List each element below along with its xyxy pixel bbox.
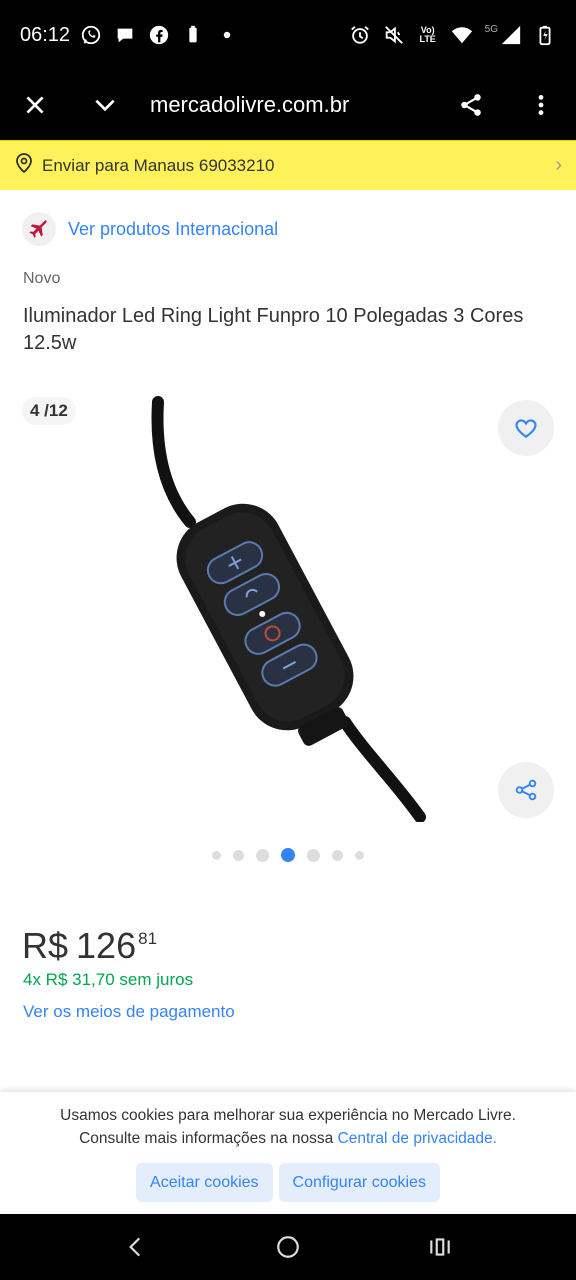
home-icon[interactable] [258, 1217, 318, 1277]
international-products-link[interactable]: Ver produtos Internacional [68, 219, 278, 240]
share-product-button[interactable] [498, 762, 554, 818]
pagination-dot-active[interactable] [281, 848, 295, 862]
share-icon[interactable] [436, 70, 506, 140]
product-title: Iluminador Led Ring Light Funpro 10 Pole… [23, 305, 524, 354]
close-icon[interactable] [0, 70, 70, 140]
product-image[interactable] [140, 392, 440, 822]
pagination-dot[interactable] [256, 848, 269, 862]
pagination-dot[interactable] [233, 849, 244, 861]
cookie-banner: Usamos cookies para melhorar sua experiê… [0, 1092, 576, 1214]
accept-cookies-button[interactable]: Aceitar cookies [136, 1163, 273, 1202]
price-currency: R$ [22, 925, 69, 966]
status-bar: 06:12 Vo) LTE 5G [0, 0, 576, 70]
payment-methods-link[interactable]: Ver os meios de pagamento [23, 1002, 235, 1022]
location-pin-icon [14, 152, 34, 179]
mute-icon [383, 24, 405, 46]
dot-icon [216, 24, 238, 46]
chat-bubble-icon [114, 24, 136, 46]
pagination-dot[interactable] [355, 850, 364, 860]
signal-icon [500, 24, 522, 46]
whatsapp-icon [80, 24, 102, 46]
share-nodes-icon [515, 779, 537, 801]
installments-text: 4x R$ 31,70 sem juros [23, 970, 194, 989]
shipping-address-banner[interactable]: Enviar para Manaus 69033210 › [0, 140, 576, 190]
privacy-center-link[interactable]: Central de privacidade. [338, 1130, 497, 1147]
chevron-right-icon: › [555, 154, 562, 176]
system-navigation-bar [0, 1214, 576, 1280]
cookie-text-line1: Usamos cookies para melhorar sua experiê… [60, 1107, 516, 1124]
wifi-icon [451, 24, 473, 46]
price: R$ 126 81 [22, 924, 157, 968]
pagination-dot[interactable] [212, 850, 221, 860]
airplane-icon [22, 212, 56, 246]
more-vertical-icon[interactable] [506, 70, 576, 140]
battery-icon [534, 24, 556, 46]
shipping-address-text: Enviar para Manaus 69033210 [42, 155, 275, 175]
heart-icon [515, 419, 537, 438]
pagination-dot[interactable] [307, 848, 320, 862]
back-icon[interactable] [106, 1217, 166, 1277]
pagination-dot[interactable] [332, 849, 343, 861]
cookie-text-line2: Consulte mais informações na nossa [79, 1130, 334, 1147]
configure-cookies-button[interactable]: Configurar cookies [278, 1163, 440, 1202]
alarm-icon [349, 24, 371, 46]
volte-icon: Vo) LTE [419, 25, 436, 44]
browser-toolbar: mercadolivre.com.br [0, 70, 576, 140]
network-type-label: 5G [484, 23, 498, 35]
image-counter: 4 /12 [22, 397, 76, 425]
recents-icon[interactable] [410, 1217, 470, 1277]
international-products-row[interactable]: Ver produtos Internacional [22, 212, 278, 246]
battery-saver-icon [182, 24, 204, 46]
url-text[interactable]: mercadolivre.com.br [140, 92, 436, 118]
product-gallery[interactable]: 4 /12 [0, 392, 576, 832]
cookie-text: Usamos cookies para melhorar sua experiê… [0, 1104, 576, 1150]
chevron-down-icon[interactable] [70, 70, 140, 140]
product-condition: Novo [23, 270, 61, 287]
gallery-pagination [0, 848, 576, 862]
facebook-icon [148, 24, 170, 46]
price-integer: 126 [76, 925, 137, 966]
favorite-button[interactable] [498, 400, 554, 456]
status-time: 06:12 [20, 23, 71, 46]
price-cents: 81 [138, 929, 158, 948]
